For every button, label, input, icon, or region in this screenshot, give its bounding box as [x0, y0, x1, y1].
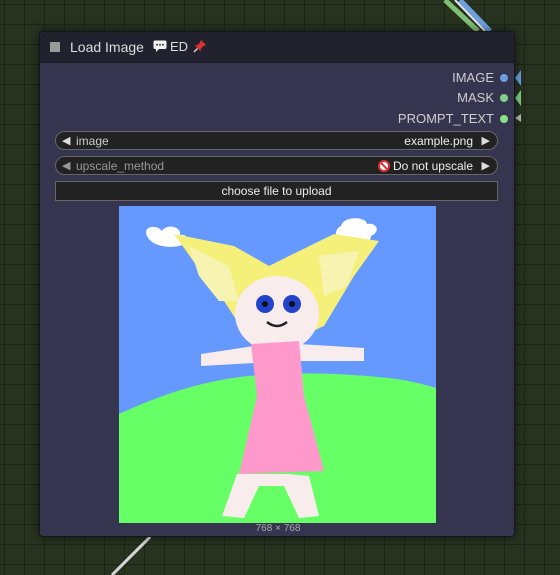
- prohibited-icon: [377, 160, 390, 172]
- prev-arrow-icon[interactable]: ◀: [62, 159, 70, 172]
- node-titlebar[interactable]: Load Image ED: [40, 32, 514, 63]
- upscale-value-text: Do not upscale: [392, 159, 473, 173]
- image-combo-widget[interactable]: ◀ image example.png ▶: [55, 131, 498, 150]
- image-preview: [119, 206, 436, 523]
- pin-icon[interactable]: [193, 39, 207, 56]
- next-arrow-icon[interactable]: ▶: [482, 134, 490, 147]
- output-label: IMAGE: [452, 70, 494, 85]
- output-label: MASK: [457, 90, 494, 105]
- widget-label: image: [76, 134, 109, 148]
- prev-arrow-icon[interactable]: ◀: [62, 134, 70, 147]
- upscale-method-widget[interactable]: ◀ upscale_method Do not upscale ▶: [55, 156, 498, 175]
- output-socket[interactable]: [500, 74, 508, 82]
- next-arrow-icon[interactable]: ▶: [482, 159, 490, 172]
- collapse-toggle[interactable]: [50, 42, 60, 52]
- speech-bubble-icon: [153, 39, 167, 54]
- widget-value: example.png: [404, 134, 473, 148]
- output-prompt-text[interactable]: PROMPT_TEXT: [314, 111, 514, 127]
- output-image[interactable]: IMAGE: [314, 70, 514, 86]
- node-badge-text: ED: [170, 39, 189, 54]
- node-title: Load Image: [70, 39, 144, 55]
- output-socket[interactable]: [500, 115, 508, 123]
- widget-label: upscale_method: [76, 159, 165, 173]
- widget-value: Do not upscale: [377, 159, 473, 173]
- output-mask[interactable]: MASK: [314, 90, 514, 106]
- output-label: PROMPT_TEXT: [397, 111, 494, 126]
- upload-button[interactable]: choose file to upload: [55, 181, 498, 201]
- image-dimensions: 768 × 768: [255, 523, 301, 534]
- output-socket[interactable]: [500, 94, 508, 102]
- load-image-node[interactable]: Load Image ED IMAGE MASK PROMPT_TEXT ◀ i…: [39, 31, 515, 537]
